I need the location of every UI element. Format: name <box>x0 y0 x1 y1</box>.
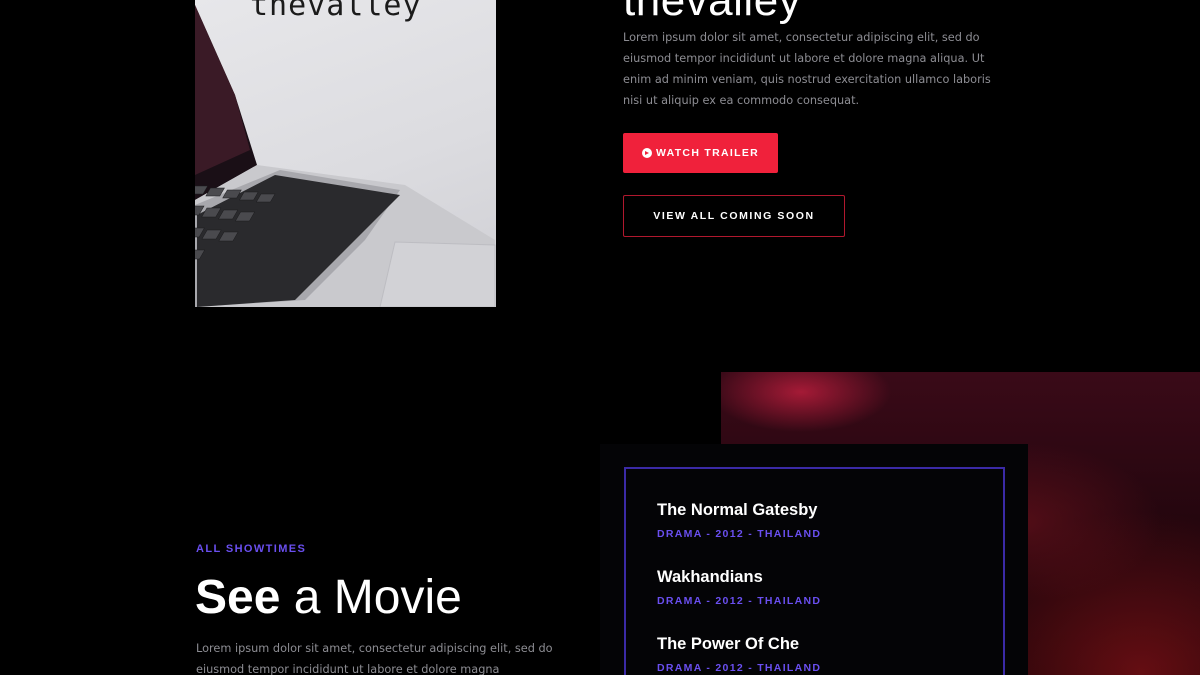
movie-list-card: The Normal Gatesby DRAMA - 2012 - THAILA… <box>624 467 1005 675</box>
movie-meta: DRAMA - 2012 - THAILAND <box>657 595 822 607</box>
section-title: See a Movie <box>195 570 462 625</box>
page: thevalley thevalley Lorem ipsum dolor si… <box>0 0 1200 675</box>
hero-description: Lorem ipsum dolor sit amet, consectetur … <box>623 31 991 107</box>
section-description: Lorem ipsum dolor sit amet, consectetur … <box>196 642 553 675</box>
watch-trailer-button[interactable]: WATCH TRAILER <box>623 133 778 173</box>
movie-title[interactable]: The Power Of Che <box>657 635 821 654</box>
watch-trailer-label: WATCH TRAILER <box>655 147 760 159</box>
movie-list-item[interactable]: The Normal Gatesby DRAMA - 2012 - THAILA… <box>657 501 821 540</box>
view-all-coming-soon-button[interactable]: VIEW ALL COMING SOON <box>623 195 845 237</box>
section-title-bold: See <box>195 571 281 624</box>
movie-meta: DRAMA - 2012 - THAILAND <box>657 528 822 540</box>
movie-list-item[interactable]: The Power Of Che DRAMA - 2012 - THAILAND <box>657 635 821 674</box>
movie-title[interactable]: Wakhandians <box>657 568 821 587</box>
movie-list-item[interactable]: Wakhandians DRAMA - 2012 - THAILAND <box>657 568 821 607</box>
movie-title[interactable]: The Normal Gatesby <box>657 501 821 520</box>
hero-title: thevalley <box>623 0 802 25</box>
laptop-illustration <box>195 5 496 307</box>
poster-title-text: thevalley <box>250 0 422 23</box>
section-eyebrow: ALL SHOWTIMES <box>196 543 307 555</box>
section-title-light: a Movie <box>293 571 462 624</box>
play-circle-icon <box>641 148 652 158</box>
movie-poster-image[interactable]: thevalley <box>195 0 496 307</box>
movie-meta: DRAMA - 2012 - THAILAND <box>657 662 822 674</box>
